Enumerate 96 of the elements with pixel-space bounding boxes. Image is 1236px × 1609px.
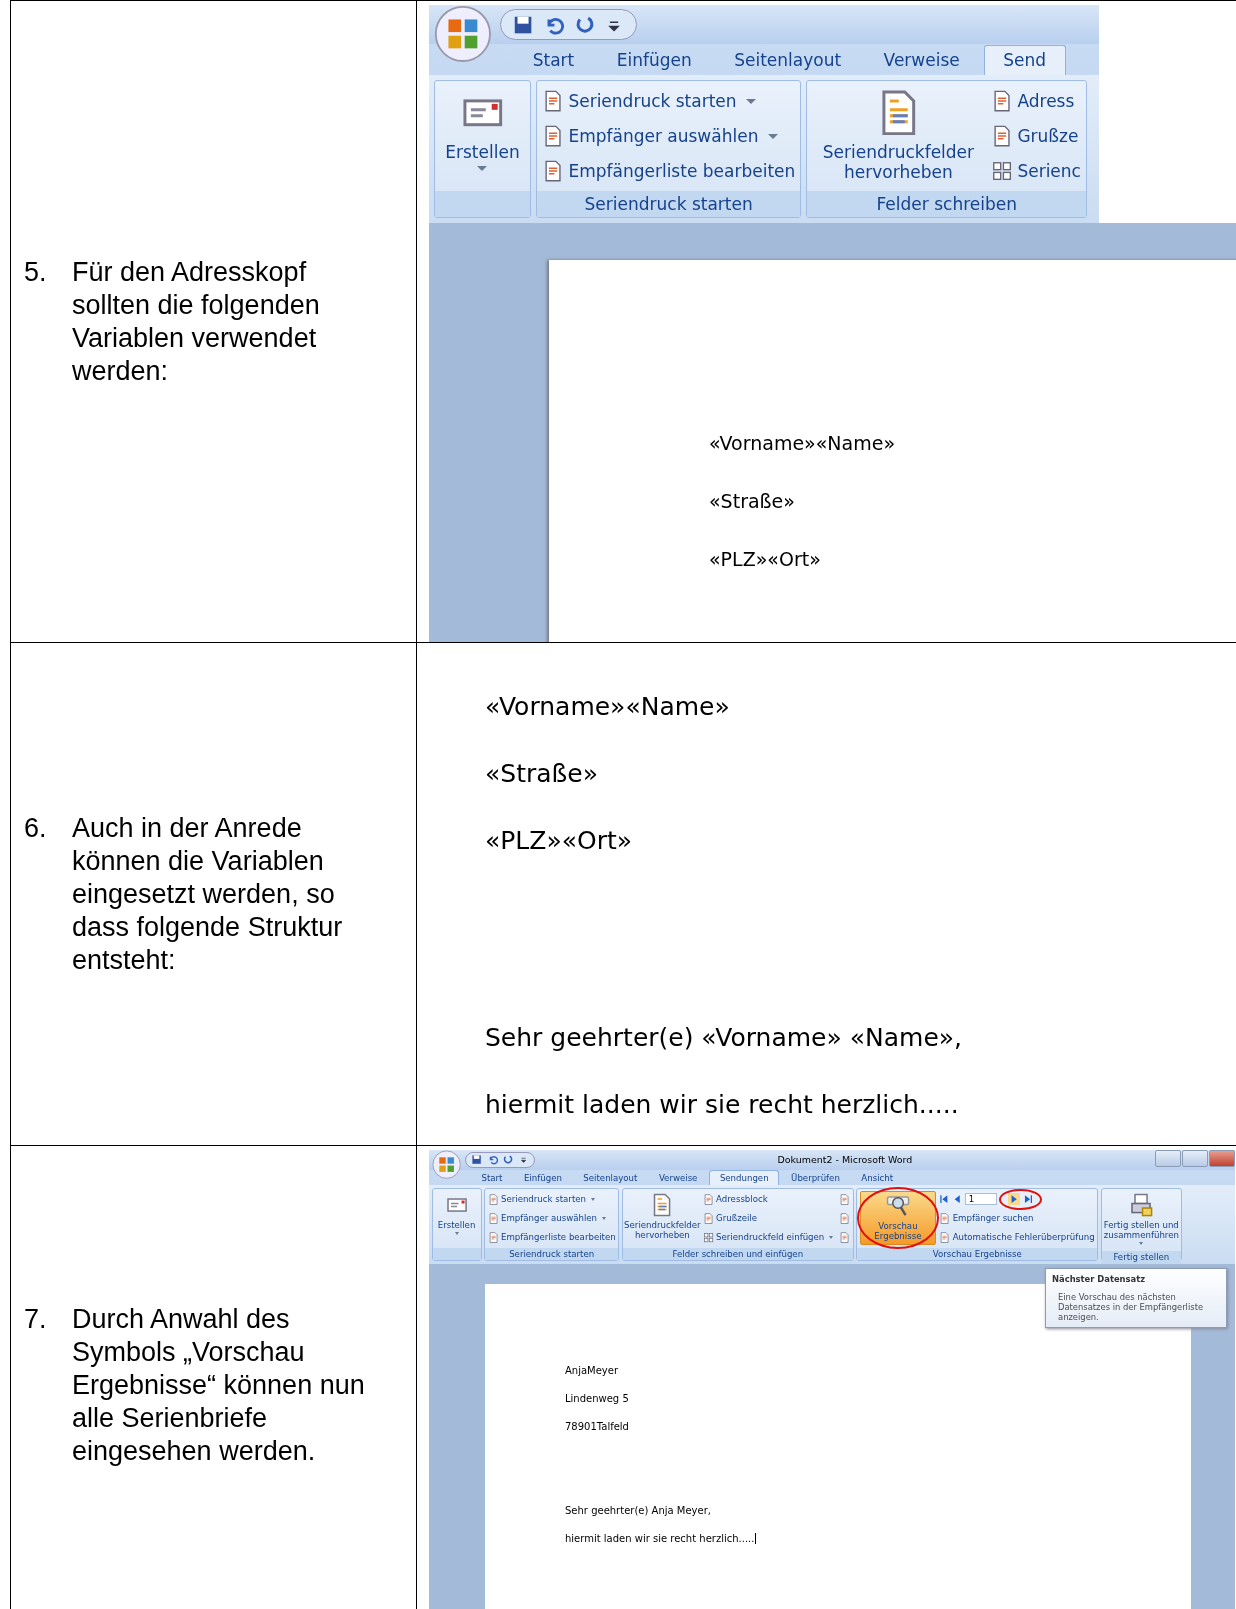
list-number: 7. — [24, 1303, 48, 1336]
group-label: Felder schreiben — [807, 191, 1087, 217]
ribbon-tab[interactable]: Verweise — [649, 1170, 707, 1186]
caret-icon — [454, 1231, 459, 1235]
ribbon-tab[interactable]: Start — [514, 46, 593, 75]
ribbon-button[interactable]: Seriendruckfeld einfügen — [702, 1230, 836, 1245]
toolbar-icon-button[interactable] — [839, 1231, 851, 1243]
save-icon — [471, 1154, 483, 1166]
caret-icon — [601, 1216, 606, 1220]
ribbon-button[interactable]: Empfänger suchen — [939, 1211, 1095, 1226]
ribbon-button[interactable]: Adress — [991, 87, 1081, 115]
list-number: 5. — [24, 255, 48, 289]
ribbon-button[interactable]: Erstellen — [435, 1191, 478, 1245]
magnifier-icon — [885, 1194, 910, 1219]
ribbon-tab[interactable]: Einfügen — [598, 46, 711, 75]
document-icon — [487, 1193, 499, 1205]
document-text: Lindenweg 5 — [565, 1392, 629, 1404]
record-number-field[interactable]: 1 — [965, 1193, 997, 1206]
office-button-icon — [431, 1150, 461, 1180]
document-text: hiermit laden wir sie recht herzlich..... — [565, 1532, 757, 1544]
document-icon — [839, 1231, 851, 1243]
caret-icon — [829, 1235, 833, 1239]
tooltip-title: Nächster Datensatz — [1052, 1274, 1147, 1284]
first-record-icon — [939, 1193, 950, 1205]
ribbon-button[interactable]: Empfängerliste bearbeiten — [542, 157, 796, 185]
last-record-icon — [1022, 1193, 1034, 1205]
instruction-text: Durch Anwahl des Symbols „Vorschau Ergebnisse“ können nun alle Serienbriefe eingesehen werden. — [72, 1303, 366, 1468]
document-icon — [487, 1231, 499, 1243]
document-icon — [939, 1212, 951, 1224]
group-footer — [432, 1247, 481, 1261]
printer-icon — [1129, 1193, 1154, 1218]
redo-icon — [502, 1154, 514, 1166]
document-icon — [939, 1231, 951, 1243]
group-label: Felder schreiben und einfügen — [622, 1247, 853, 1261]
document-text: «Straße» — [709, 492, 795, 512]
document-text: Sehr geehrter(e) «Vorname» «Name», — [485, 1023, 963, 1052]
document-text: «PLZ»«Ort» — [485, 826, 633, 855]
ribbon-button[interactable]: Seriendruckfelder hervorheben — [812, 85, 985, 187]
document-text: hiermit laden wir sie recht herzlich..... — [485, 1090, 959, 1119]
ribbon-button[interactable]: Serienc — [991, 157, 1081, 185]
ribbon-button[interactable]: Empfänger auswählen — [542, 122, 796, 150]
ribbon-button[interactable]: Empfänger auswählen — [487, 1211, 616, 1226]
group-label: Fertig stellen — [1101, 1251, 1181, 1264]
maximize-button[interactable] — [1181, 1150, 1208, 1167]
ribbon-button[interactable]: Automatische Fehlerüberprüfung — [939, 1230, 1095, 1245]
ribbon-tab[interactable]: Start — [472, 1170, 512, 1186]
ribbon-button[interactable]: Adressblock — [702, 1192, 836, 1206]
document-text: AnjaMeyer — [565, 1364, 619, 1376]
ribbon-button[interactable]: Seriendruckfelder hervorheben — [625, 1191, 700, 1245]
caret-icon — [477, 165, 488, 171]
caret-icon — [1139, 1242, 1144, 1246]
ribbon-tab[interactable]: Send — [983, 45, 1066, 75]
grid-icon — [991, 159, 1014, 182]
window-title: Dokument2 - Microsoft Word — [777, 1154, 913, 1166]
group-label: Seriendruck starten — [536, 191, 801, 217]
ribbon-tab[interactable]: Ansicht — [851, 1170, 903, 1186]
document-text: «Vorname»«Name» — [485, 692, 730, 721]
document-icon — [839, 1212, 851, 1224]
ribbon-button[interactable]: Grußzeile — [702, 1211, 836, 1226]
instruction-text: Für den Adresskopf sollten die folgenden Variablen verwendet werden: — [72, 255, 321, 388]
ribbon-button[interactable]: Grußze — [991, 122, 1081, 150]
document-text: 78901Talfeld — [565, 1420, 629, 1432]
caret-icon — [745, 98, 756, 104]
previous-record-icon — [952, 1193, 963, 1205]
document-icon — [839, 1193, 851, 1205]
document-icon — [487, 1212, 499, 1224]
ribbon-tab[interactable]: Seitenlayout — [573, 1170, 647, 1186]
ribbon-button[interactable]: Seriendruck starten — [487, 1192, 616, 1206]
ribbon-tab[interactable]: Seitenlayout — [715, 46, 860, 75]
document-text: «PLZ»«Ort» — [709, 550, 821, 570]
close-button[interactable] — [1208, 1150, 1235, 1167]
document-icon — [702, 1212, 714, 1224]
document-text: Sehr geehrter(e) Anja Meyer, — [565, 1504, 711, 1516]
ribbon-tab[interactable]: Einfügen — [514, 1170, 572, 1186]
document-icon — [702, 1193, 714, 1205]
tooltip-text: Eine Vorschau des nächsten Datensatzes in der Empfängerliste anzeigen. — [1057, 1292, 1205, 1323]
toolbar-icon-button[interactable] — [839, 1193, 851, 1205]
caret-icon — [590, 1197, 595, 1201]
list-number: 6. — [24, 811, 48, 845]
ribbon-tab[interactable]: Überprüfen — [781, 1170, 850, 1186]
ribbon-tab[interactable]: Verweise — [864, 46, 979, 75]
minimize-button[interactable] — [1154, 1150, 1181, 1167]
document-text: «Straße» — [485, 759, 598, 788]
ribbon-button[interactable]: Empfängerliste bearbeiten — [487, 1230, 616, 1245]
group-label: Vorschau Ergebnisse — [857, 1247, 1098, 1261]
group-label: Seriendruck starten — [485, 1247, 619, 1261]
instruction-text: Auch in der Anrede können die Variablen eingesetzt werden, so dass folgende Struktur entsteht: — [72, 811, 344, 977]
next-record-button[interactable] — [1008, 1193, 1021, 1206]
caret-icon — [767, 133, 778, 139]
document-text: «Vorname»«Name» — [709, 434, 896, 454]
ribbon-button[interactable]: Erstellen — [440, 85, 525, 187]
ribbon-button[interactable]: Seriendruck starten — [542, 87, 796, 115]
grid-icon — [702, 1231, 714, 1243]
toolbar-icon-button[interactable] — [839, 1212, 851, 1224]
ribbon-button[interactable]: Fertig stellen und zusammenführen — [1104, 1191, 1179, 1249]
office-button-icon — [434, 5, 492, 63]
